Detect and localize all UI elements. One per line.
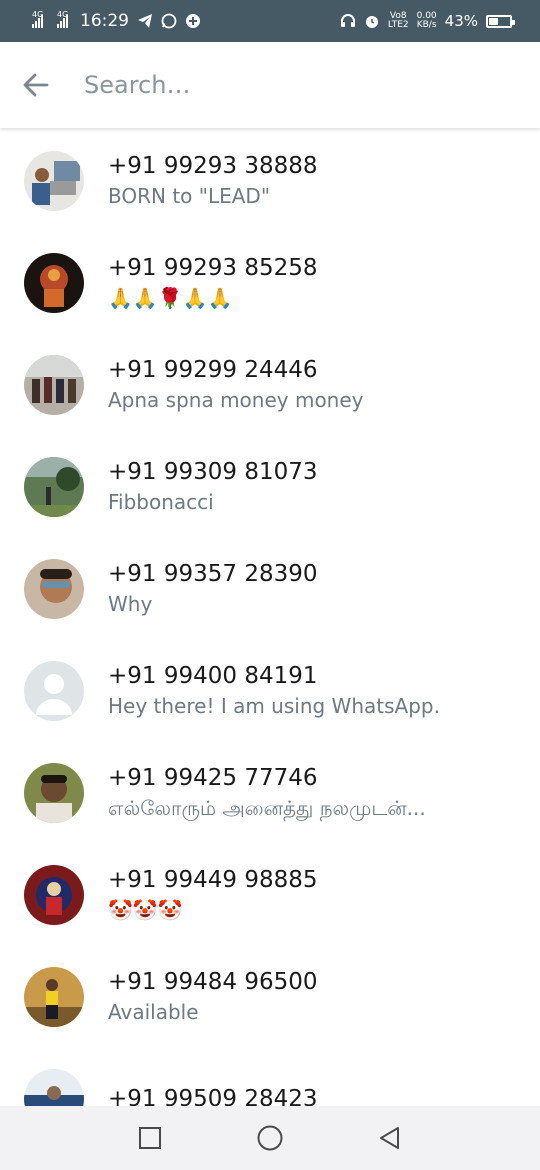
contact-name: +91 99449 98885 bbox=[108, 867, 318, 893]
arrow-left-icon bbox=[23, 73, 49, 97]
avatar bbox=[24, 1069, 84, 1106]
contact-row[interactable]: +91 99509 28423 bbox=[0, 1048, 540, 1106]
battery-percent: 43% bbox=[444, 12, 478, 30]
network-label: Vo8 LTE2 bbox=[388, 12, 409, 30]
status-right: Vo8 LTE2 0.00 KB/s 43% bbox=[340, 12, 515, 30]
telegram-icon bbox=[138, 14, 152, 28]
square-icon bbox=[139, 1127, 161, 1149]
speed-unit: KB/s bbox=[416, 20, 437, 30]
contact-status: 🤡🤡🤡 bbox=[108, 898, 183, 922]
contact-text: +91 99357 28390 Why bbox=[108, 559, 510, 619]
contact-row[interactable]: +91 99357 28390 Why bbox=[0, 538, 540, 640]
contact-row[interactable]: +91 99400 84191 Hey there! I am using Wh… bbox=[0, 640, 540, 742]
battery-icon bbox=[486, 14, 515, 28]
circle-icon bbox=[257, 1125, 283, 1151]
contact-status: Why bbox=[108, 592, 153, 616]
contact-text: +91 99293 85258 🙏🙏🌹🙏🙏 bbox=[108, 253, 510, 313]
contact-status: எல்லோரும் அனைத்து நலமுடன்... bbox=[108, 796, 426, 820]
lte-label: LTE2 bbox=[387, 20, 409, 30]
whatsapp-icon bbox=[161, 13, 177, 29]
contact-status: Hey there! I am using WhatsApp. bbox=[108, 694, 440, 718]
contact-text: +91 99509 28423 bbox=[108, 1084, 510, 1106]
home-button[interactable] bbox=[250, 1118, 290, 1158]
recents-button[interactable] bbox=[130, 1118, 170, 1158]
search-header bbox=[0, 42, 540, 128]
app-icon bbox=[186, 14, 200, 28]
contact-text: +91 99293 38888 BORN to "LEAD" bbox=[108, 151, 510, 211]
default-avatar-icon bbox=[24, 661, 84, 721]
contact-name: +91 99309 81073 bbox=[108, 459, 318, 485]
contact-row[interactable]: +91 99309 81073 Fibbonacci bbox=[0, 436, 540, 538]
signal-icon: 4G bbox=[32, 10, 43, 28]
contact-name: +91 99293 38888 bbox=[108, 153, 318, 179]
headset-icon bbox=[340, 14, 355, 27]
contact-row[interactable]: +91 99449 98885 🤡🤡🤡 bbox=[0, 844, 540, 946]
contact-text: +91 99400 84191 Hey there! I am using Wh… bbox=[108, 661, 510, 721]
contact-row[interactable]: +91 99299 24446 Apna spna money money bbox=[0, 334, 540, 436]
contact-name: +91 99357 28390 bbox=[108, 561, 318, 587]
signal-icon-2: 4G bbox=[57, 10, 68, 28]
avatar bbox=[24, 457, 84, 517]
avatar bbox=[24, 967, 84, 1027]
contact-text: +91 99449 98885 🤡🤡🤡 bbox=[108, 865, 510, 925]
contact-name: +91 99299 24446 bbox=[108, 357, 318, 383]
contact-row[interactable]: +91 99293 85258 🙏🙏🌹🙏🙏 bbox=[0, 232, 540, 334]
contact-name: +91 99509 28423 bbox=[108, 1086, 318, 1106]
avatar bbox=[24, 355, 84, 415]
back-nav-button[interactable] bbox=[370, 1118, 410, 1158]
contact-status: 🙏🙏🌹🙏🙏 bbox=[108, 286, 233, 310]
contact-status: Available bbox=[108, 1000, 199, 1024]
status-left: 4G 4G 16:29 bbox=[32, 10, 201, 31]
network-type-2: 4G bbox=[57, 10, 69, 19]
status-bar: 4G 4G 16:29 Vo8 LTE2 0.00 KB/s 43% bbox=[0, 0, 540, 42]
avatar bbox=[24, 763, 84, 823]
network-speed: 0.00 KB/s bbox=[417, 12, 437, 30]
triangle-back-icon bbox=[380, 1127, 399, 1149]
network-type-1: 4G bbox=[32, 10, 44, 19]
avatar bbox=[24, 151, 84, 211]
contact-name: +91 99293 85258 bbox=[108, 255, 318, 281]
avatar bbox=[24, 253, 84, 313]
contact-status: Apna spna money money bbox=[108, 388, 364, 412]
contact-name: +91 99484 96500 bbox=[108, 969, 318, 995]
alarm-icon bbox=[365, 16, 378, 28]
contact-list: +91 99293 38888 BORN to "LEAD" +91 99293… bbox=[0, 130, 540, 1106]
contact-name: +91 99425 77746 bbox=[108, 765, 318, 791]
contact-row[interactable]: +91 99425 77746 எல்லோரும் அனைத்து நலமுடன… bbox=[0, 742, 540, 844]
contact-text: +91 99299 24446 Apna spna money money bbox=[108, 355, 510, 415]
contact-text: +91 99425 77746 எல்லோரும் அனைத்து நலமுடன… bbox=[108, 763, 510, 823]
avatar bbox=[24, 559, 84, 619]
system-nav-bar bbox=[0, 1106, 540, 1170]
contact-status: BORN to "LEAD" bbox=[108, 184, 271, 208]
contact-row[interactable]: +91 99293 38888 BORN to "LEAD" bbox=[0, 130, 540, 232]
contact-status: Fibbonacci bbox=[108, 490, 214, 514]
contact-row[interactable]: +91 99484 96500 Available bbox=[0, 946, 540, 1048]
avatar bbox=[24, 865, 84, 925]
back-button[interactable] bbox=[0, 42, 72, 128]
search-input[interactable] bbox=[84, 71, 504, 99]
contact-name: +91 99400 84191 bbox=[108, 663, 318, 689]
clock: 16:29 bbox=[80, 11, 129, 31]
contact-text: +91 99309 81073 Fibbonacci bbox=[108, 457, 510, 517]
contact-text: +91 99484 96500 Available bbox=[108, 967, 510, 1027]
